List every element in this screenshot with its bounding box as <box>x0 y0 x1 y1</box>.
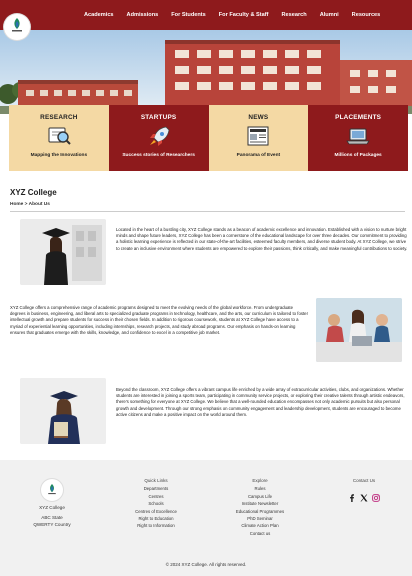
quick-links-heading: Quick Links <box>144 478 168 483</box>
graduate-photo <box>20 219 106 285</box>
placements-card[interactable]: PLACEMENTS Millions of Packages <box>308 105 408 171</box>
students-photo <box>316 298 402 362</box>
startups-card[interactable]: STARTUPS Success stories of Researchers <box>108 105 209 171</box>
nav-for-faculty-staff[interactable]: For Faculty & Staff <box>219 12 269 18</box>
nav-alumni[interactable]: Alumni <box>320 12 339 18</box>
top-navbar: Academics Admissions For Students For Fa… <box>0 0 412 30</box>
footer-link-climate-action-plan[interactable]: Climate Action Plan <box>222 522 298 529</box>
footer-link-centres[interactable]: Centres <box>126 493 186 500</box>
news-card[interactable]: NEWS Panorama of Event <box>208 105 309 171</box>
nav-for-students[interactable]: For Students <box>171 12 206 18</box>
card-subtitle: Success stories of Researchers <box>122 153 195 158</box>
org-address-country: QWERTY Country <box>33 522 71 527</box>
footer-logo[interactable] <box>41 479 63 501</box>
org-address-state: ABC State <box>41 515 63 520</box>
card-subtitle: Panorama of Event <box>236 153 281 158</box>
card-subtitle: Mapping the Innovations <box>30 153 88 158</box>
college-logo[interactable] <box>4 14 30 40</box>
nav-admissions[interactable]: Admissions <box>127 12 159 18</box>
explore-column: Explore Rules Campus Life Institute News… <box>222 477 298 537</box>
page-title: XYZ College <box>10 188 57 197</box>
magnifier-icon <box>46 124 72 148</box>
footer-link-institute-newsletter[interactable]: Institute Newsletter <box>222 500 298 507</box>
card-title: PLACEMENTS <box>335 114 382 121</box>
footer-link-right-to-information[interactable]: Right to Information <box>126 522 186 529</box>
footer-link-campus-life[interactable]: Campus Life <box>222 493 298 500</box>
footer-link-contact-us[interactable]: Contact us <box>222 530 298 537</box>
newspaper-icon <box>245 124 271 148</box>
nav-academics[interactable]: Academics <box>84 12 114 18</box>
explore-heading: Explore <box>252 478 268 483</box>
footer-link-rules[interactable]: Rules <box>222 485 298 492</box>
campus-life-paragraph: Beyond the classroom, XYZ College offers… <box>116 387 405 417</box>
research-card[interactable]: RESEARCH Mapping the Innovations <box>9 105 109 171</box>
nav-resources[interactable]: Resources <box>352 12 381 18</box>
contact-column: Contact Us <box>338 477 390 485</box>
hero-campus-image <box>0 30 412 114</box>
footer-org-info: XYZ College ABC State QWERTY Country <box>30 504 74 528</box>
footer: XYZ College ABC State QWERTY Country Qui… <box>0 460 412 576</box>
org-name: XYZ College <box>39 505 65 510</box>
footer-link-educational-programmes[interactable]: Educational Programmes <box>222 508 298 515</box>
footer-link-right-to-education[interactable]: Right to Education <box>126 515 186 522</box>
intro-paragraph: Located in the heart of a bustling city,… <box>116 227 408 251</box>
breadcrumb-current: About Us <box>28 202 50 207</box>
rocket-icon <box>146 124 172 148</box>
breadcrumb: Home > About Us <box>10 202 50 207</box>
footer-link-departments[interactable]: Departments <box>126 485 186 492</box>
laptop-icon <box>345 124 371 148</box>
instagram-icon[interactable] <box>372 489 380 502</box>
footer-link-schools[interactable]: Schools <box>126 500 186 507</box>
card-title: STARTUPS <box>140 114 177 121</box>
quick-links-column: Quick Links Departments Centres Schools … <box>126 477 186 530</box>
contact-heading: Contact Us <box>352 478 376 483</box>
feature-cards: RESEARCH Mapping the Innovations STARTUP… <box>9 105 408 171</box>
nav-research[interactable]: Research <box>282 12 307 18</box>
facebook-icon[interactable] <box>348 489 356 502</box>
card-subtitle: Millions of Packages <box>334 153 382 158</box>
reading-student-photo <box>20 378 106 444</box>
breadcrumb-home[interactable]: Home <box>10 202 23 207</box>
footer-link-centres-of-excellence[interactable]: Centres of Excellence <box>126 508 186 515</box>
divider <box>10 211 405 212</box>
social-links <box>348 489 380 502</box>
footer-link-phd-seminar[interactable]: PhD Seminar <box>222 515 298 522</box>
copyright: © 2024 XYZ College. All rights reserved. <box>165 562 247 567</box>
x-twitter-icon[interactable] <box>360 489 368 502</box>
programs-paragraph: XYZ College offers a comprehensive range… <box>10 305 309 335</box>
main-nav: Academics Admissions For Students For Fa… <box>84 0 393 30</box>
card-title: RESEARCH <box>40 114 78 121</box>
card-title: NEWS <box>248 114 269 121</box>
